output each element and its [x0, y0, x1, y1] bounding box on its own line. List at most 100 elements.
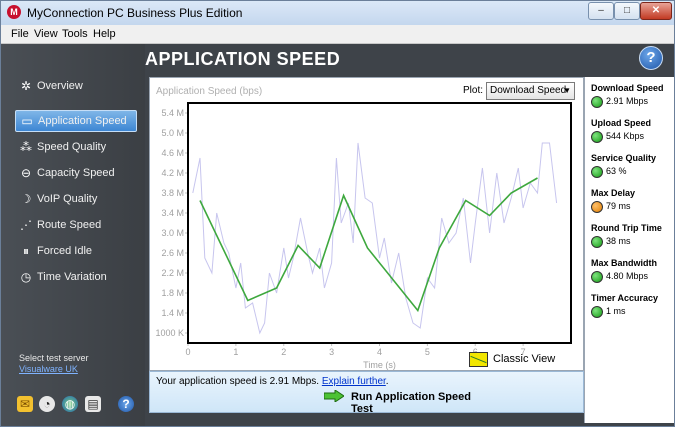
mail-icon[interactable]: ✉ [17, 396, 33, 412]
y-tick-label: 5.0 M [161, 128, 184, 138]
document-icon[interactable]: ▤ [85, 396, 101, 412]
y-tick-label: 1000 K [155, 328, 184, 338]
sidebar-item-speed-quality[interactable]: ⁂ Speed Quality [15, 137, 139, 157]
y-tick-label: 3.4 M [161, 208, 184, 218]
sidebar-item-forced-idle[interactable]: ⏸ Forced Idle [15, 241, 139, 261]
metric-value: 2.91 Mbps [606, 96, 649, 106]
x-tick-label: 0 [185, 347, 190, 357]
menu-tools[interactable]: Tools [62, 28, 88, 40]
metric-value: 63 % [606, 166, 627, 176]
metric-name: Max Bandwidth [591, 258, 658, 268]
sidebar: ✲ Overview ▭ Application Speed ⁂ Speed Q… [1, 44, 145, 426]
sidebar-item-label: Application Speed [38, 115, 127, 127]
x-tick-label: 4 [377, 347, 382, 357]
sidebar-item-voip-quality[interactable]: ☽ VoIP Quality [15, 189, 139, 209]
metric-value-row: 544 Kbps [591, 131, 674, 143]
metric-max-delay: Max Delay 79 ms [591, 188, 674, 213]
classic-view-icon [469, 352, 488, 367]
y-tick-label: 5.4 M [161, 108, 184, 118]
app-icon: M [7, 5, 21, 19]
sidebar-item-application-speed[interactable]: ▭ Application Speed [15, 110, 137, 132]
capacity-icon: ⊖ [20, 166, 32, 180]
series-line-average [199, 177, 538, 313]
sidebar-item-overview[interactable]: ✲ Overview [15, 76, 139, 96]
page-header: APPLICATION SPEED ? [145, 44, 674, 72]
status-dot-icon [591, 306, 603, 318]
help-button[interactable]: ? [639, 46, 663, 70]
metric-name: Download Speed [591, 83, 664, 93]
metric-value: 1 ms [606, 306, 626, 316]
window-icon: ▭ [21, 114, 33, 128]
sidebar-item-capacity-speed[interactable]: ⊖ Capacity Speed [15, 163, 139, 183]
chart-panel: Application Speed (bps) Plot: Download S… [149, 77, 584, 371]
maximize-button[interactable]: □ [614, 2, 640, 20]
run-test-button[interactable]: Run Application Speed Test [322, 387, 492, 415]
status-dot-icon [591, 236, 603, 248]
minimize-button[interactable]: – [588, 2, 614, 20]
status-message: Your application speed is 2.91 Mbps. Exp… [156, 376, 389, 387]
metric-value-row: 38 ms [591, 236, 674, 248]
status-trailing: . [385, 376, 389, 387]
app-window: M MyConnection PC Business Plus Edition … [0, 0, 675, 427]
metric-value: 38 ms [606, 236, 631, 246]
menu-file[interactable]: File [11, 28, 29, 40]
status-dot-icon [591, 96, 603, 108]
sidebar-item-time-variation[interactable]: ◷ Time Variation [15, 267, 139, 287]
speed-quality-icon: ⁂ [20, 140, 32, 154]
menu-view[interactable]: View [34, 28, 58, 40]
menu-bar: File View Tools Help [1, 25, 674, 44]
metric-value-row: 4.80 Mbps [591, 271, 674, 283]
classic-view-label: Classic View [493, 353, 556, 365]
help-icon[interactable]: ? [118, 396, 134, 412]
sidebar-item-label: Time Variation [37, 271, 107, 283]
page-title: APPLICATION SPEED [145, 49, 341, 69]
speed-chart: 1000 K 1.4 M 1.8 M 2.2 M 2.6 M 3.0 M 3.4 M 3.8 … [155, 102, 572, 370]
y-tick-label: 3.0 M [161, 228, 184, 238]
title-bar: M MyConnection PC Business Plus Edition … [1, 1, 674, 25]
status-dot-icon [591, 201, 603, 213]
y-tick-label: 4.6 M [161, 148, 184, 158]
metric-value-row: 63 % [591, 166, 674, 178]
status-dot-icon [591, 131, 603, 143]
metric-max-bandwidth: Max Bandwidth 4.80 Mbps [591, 258, 674, 283]
sidebar-item-label: Capacity Speed [37, 167, 115, 179]
metric-name: Timer Accuracy [591, 293, 659, 303]
metric-service-quality: Service Quality 63 % [591, 153, 674, 178]
sidebar-item-label: VoIP Quality [37, 193, 98, 205]
sidebar-item-label: Overview [37, 80, 83, 92]
clock-icon: ◷ [20, 270, 32, 284]
server-label: Select test server [19, 353, 89, 363]
x-axis-label: Time (s) [363, 360, 396, 370]
y-tick-label: 2.6 M [161, 248, 184, 258]
x-tick-label: 1 [233, 347, 238, 357]
forced-idle-icon: ⏸ [22, 244, 29, 258]
server-link[interactable]: Visualware UK [19, 364, 78, 374]
metric-name: Round Trip Time [591, 223, 662, 233]
run-test-label: Run Application Speed Test [351, 391, 471, 415]
window-title: MyConnection PC Business Plus Edition [27, 6, 243, 20]
globe-icon[interactable]: ◍ [62, 396, 78, 412]
y-tick-label: 4.2 M [161, 168, 184, 178]
classic-view-toggle[interactable]: Classic View [469, 352, 556, 367]
explain-further-link[interactable]: Explain further [322, 376, 386, 387]
status-dot-icon [591, 271, 603, 283]
sidebar-item-label: Route Speed [37, 219, 102, 231]
menu-help[interactable]: Help [93, 28, 116, 40]
sidebar-item-route-speed[interactable]: ⋰ Route Speed [15, 215, 139, 235]
series-line-raw [192, 142, 558, 335]
status-text: Your application speed is 2.91 Mbps. [156, 376, 320, 387]
close-button[interactable]: ✕ [640, 2, 672, 20]
y-tick-label: 1.4 M [161, 308, 184, 318]
metric-value-row: 79 ms [591, 201, 674, 213]
metric-name: Max Delay [591, 188, 636, 198]
x-tick-label: 5 [425, 347, 430, 357]
gear-icon: ✲ [20, 79, 32, 93]
green-arrow-icon [324, 390, 344, 402]
metric-name: Service Quality [591, 153, 657, 163]
y-tick-label: 3.8 M [161, 188, 184, 198]
metric-value: 4.80 Mbps [606, 271, 649, 281]
x-tick-label: 3 [329, 347, 334, 357]
clock-icon[interactable]: ◔ [39, 396, 55, 412]
metric-upload-speed: Upload Speed 544 Kbps [591, 118, 674, 143]
status-bar: Your application speed is 2.91 Mbps. Exp… [149, 371, 584, 415]
